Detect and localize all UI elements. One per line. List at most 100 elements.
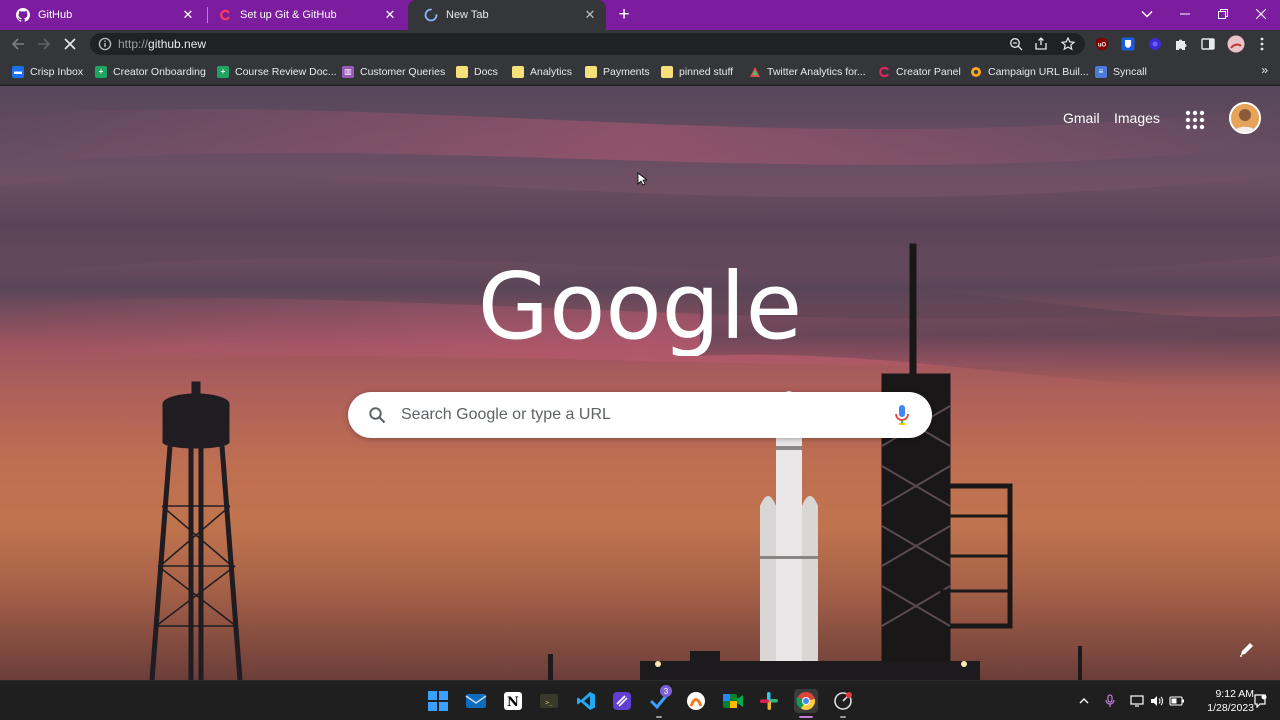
more-bookmarks-icon[interactable]: » — [1261, 63, 1268, 77]
analytics-triangle-icon — [749, 66, 761, 78]
zoom-icon[interactable] — [1008, 36, 1024, 52]
stop-loading-icon[interactable] — [60, 34, 80, 54]
network-icon[interactable] — [1129, 693, 1145, 709]
bookmark-label: Customer Queries — [360, 65, 446, 78]
bookmark-label: Campaign URL Buil... — [988, 65, 1089, 78]
google-meet-icon[interactable] — [721, 689, 745, 713]
extension-blue-icon[interactable] — [1147, 36, 1163, 52]
bookmark-star-icon[interactable] — [1060, 36, 1076, 52]
tab-title: GitHub — [38, 8, 73, 21]
creator-c-icon — [878, 66, 890, 78]
extensions-puzzle-icon[interactable] — [1173, 36, 1189, 52]
close-tab-icon[interactable]: ✕ — [178, 5, 198, 25]
bookmark-folder-pinned[interactable]: pinned stuff — [661, 63, 733, 80]
microphone-tray-icon[interactable] — [1102, 693, 1118, 709]
close-window-icon[interactable] — [1242, 0, 1280, 28]
logo-text: Google — [478, 253, 802, 356]
bookmark-label: Crisp Inbox — [30, 65, 84, 78]
bookmark-course-review[interactable]: + Course Review Doc... — [217, 63, 337, 80]
voice-search-mic-icon[interactable] — [893, 404, 911, 426]
terminal-app-icon[interactable]: >_ — [537, 689, 561, 713]
vscode-icon[interactable] — [574, 689, 598, 713]
menu-kebab-icon[interactable] — [1254, 36, 1270, 52]
tab-title: New Tab — [446, 9, 489, 21]
address-bar[interactable]: http://github.new — [90, 33, 1085, 55]
minimize-icon[interactable] — [1166, 0, 1204, 28]
bookmark-folder-analytics[interactable]: Analytics — [512, 63, 572, 80]
battery-icon[interactable] — [1169, 693, 1185, 709]
tab-github[interactable]: GitHub ✕ — [0, 0, 204, 29]
bookmark-label: Docs — [474, 65, 498, 78]
screen-recorder-icon[interactable] — [831, 689, 855, 713]
google-logo: Google — [478, 253, 802, 356]
tab-new-tab[interactable]: New Tab ✕ — [408, 0, 606, 30]
running-indicator — [656, 716, 662, 718]
folder-icon — [661, 65, 673, 78]
arc-app-icon[interactable] — [684, 689, 708, 713]
sheets-icon: + — [217, 65, 229, 78]
tab-setup-git[interactable]: Set up Git & GitHub ✕ — [202, 0, 406, 29]
site-info-icon[interactable] — [98, 37, 112, 51]
windows-taskbar: N >_ 3 9:12 AM 1/28/2023 — [0, 680, 1280, 720]
bookmark-folder-docs[interactable]: Docs — [456, 63, 498, 80]
bookmark-label: Creator Onboarding — [113, 65, 206, 78]
images-link[interactable]: Images — [1114, 110, 1160, 126]
url-text[interactable]: http://github.new — [118, 37, 206, 51]
bookmark-creator-onboarding[interactable]: + Creator Onboarding — [95, 63, 206, 80]
search-box[interactable] — [348, 392, 932, 438]
gmail-link[interactable]: Gmail — [1063, 110, 1100, 126]
bookmark-crisp-inbox[interactable]: ▬ Crisp Inbox — [12, 63, 83, 80]
bookmark-syncall[interactable]: ≡ Syncall — [1095, 63, 1147, 80]
notification-center-icon[interactable] — [1252, 693, 1268, 709]
bookmark-creator-panel[interactable]: Creator Panel — [878, 63, 961, 80]
restore-icon[interactable] — [1204, 0, 1242, 28]
bookmark-campaign-url[interactable]: Campaign URL Buil... — [970, 63, 1089, 80]
clock-time: 9:12 AM — [1215, 688, 1254, 700]
google-apps-icon[interactable] — [1183, 108, 1207, 132]
customize-pencil-icon[interactable] — [1236, 638, 1258, 660]
loading-spinner-icon — [424, 8, 438, 22]
volume-icon[interactable] — [1149, 693, 1165, 709]
bookmark-label: Payments — [603, 65, 650, 78]
folder-icon — [512, 65, 524, 78]
bookmark-folder-payments[interactable]: Payments — [585, 63, 650, 80]
url-host: github.new — [148, 37, 207, 51]
tab-title: Set up Git & GitHub — [240, 8, 337, 21]
slack-icon[interactable] — [757, 689, 781, 713]
tab-search-icon[interactable] — [1128, 0, 1166, 28]
mouse-cursor-icon — [637, 172, 649, 186]
share-icon[interactable] — [1033, 36, 1049, 52]
notion-icon[interactable]: N — [501, 689, 525, 713]
back-icon[interactable] — [8, 34, 28, 54]
tray-overflow-chevron-icon[interactable] — [1076, 693, 1092, 709]
bookmark-label: pinned stuff — [679, 65, 734, 78]
system-clock[interactable]: 9:12 AM 1/28/2023 — [1190, 687, 1254, 715]
chrome-icon[interactable] — [794, 689, 818, 713]
profile-avatar-icon[interactable] — [1226, 34, 1246, 54]
github-icon — [16, 7, 30, 22]
water-tower — [149, 381, 243, 680]
ublock-icon[interactable]: uO — [1094, 36, 1110, 52]
bookmark-twitter-analytics[interactable]: Twitter Analytics for... — [749, 63, 866, 80]
linear-app-icon[interactable] — [610, 689, 634, 713]
bitwarden-icon[interactable] — [1120, 36, 1136, 52]
close-tab-icon[interactable]: ✕ — [580, 5, 600, 25]
new-tab-button[interactable]: + — [612, 3, 636, 27]
bookmark-label: Analytics — [530, 65, 573, 78]
account-avatar[interactable] — [1229, 102, 1261, 134]
bookmark-label: Syncall — [1113, 65, 1147, 78]
active-app-indicator — [799, 716, 813, 718]
search-input[interactable] — [401, 405, 881, 425]
close-tab-icon[interactable]: ✕ — [380, 5, 400, 25]
url-scheme: http:// — [118, 37, 149, 51]
crisp-icon: ▬ — [12, 65, 24, 78]
bookmark-customer-queries[interactable]: ▥ Customer Queries — [342, 63, 445, 80]
mail-app-icon[interactable] — [464, 689, 488, 713]
clock-date: 1/28/2023 — [1207, 702, 1254, 714]
browser-toolbar: http://github.new uO — [0, 30, 1280, 58]
bookmark-label: Course Review Doc... — [235, 65, 337, 78]
forward-icon[interactable] — [34, 34, 54, 54]
tab-strip: GitHub ✕ Set up Git & GitHub ✕ New Tab ✕… — [0, 0, 1280, 30]
start-windows-icon[interactable] — [426, 689, 450, 713]
side-panel-icon[interactable] — [1200, 36, 1216, 52]
